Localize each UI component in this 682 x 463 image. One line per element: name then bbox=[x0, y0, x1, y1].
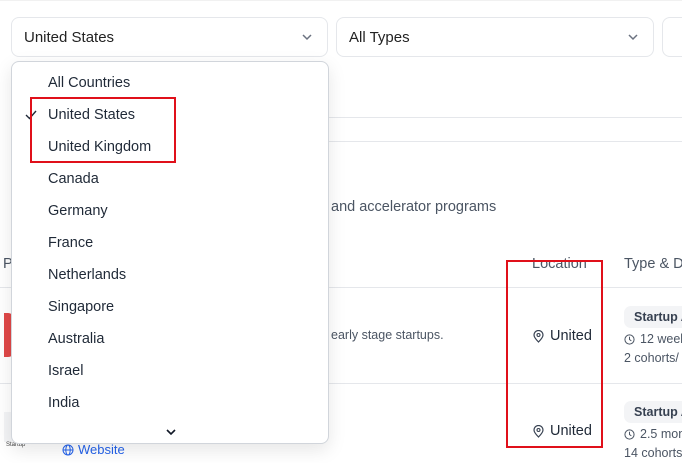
duration-text: 2.5 mon bbox=[640, 427, 682, 441]
dropdown-option-singapore[interactable]: Singapore bbox=[48, 297, 114, 317]
chevron-down-icon bbox=[628, 34, 638, 41]
clock-icon bbox=[624, 333, 635, 345]
highlight-box-countries bbox=[30, 97, 176, 163]
type-badge: Startup A bbox=[624, 401, 682, 423]
dropdown-option-germany[interactable]: Germany bbox=[48, 201, 108, 221]
program-description: early stage startups. bbox=[331, 328, 444, 342]
table-header-type: Type & D bbox=[624, 256, 682, 272]
dropdown-option-france[interactable]: France bbox=[48, 233, 93, 253]
cohorts-text: 2 cohorts/ bbox=[624, 351, 679, 365]
duration-text: 12 week bbox=[640, 332, 682, 346]
globe-icon bbox=[62, 444, 74, 455]
country-select-value: United States bbox=[24, 28, 115, 46]
page-subtitle: and accelerator programs bbox=[331, 199, 497, 215]
dropdown-option-israel[interactable]: Israel bbox=[48, 361, 83, 381]
dropdown-option-netherlands[interactable]: Netherlands bbox=[48, 265, 126, 285]
cohorts-text: 14 cohorts bbox=[624, 446, 682, 460]
divider bbox=[0, 0, 682, 1]
duration-cell: 12 week bbox=[624, 332, 682, 346]
dropdown-option-all-countries[interactable]: All Countries bbox=[48, 73, 130, 93]
clock-icon bbox=[624, 428, 635, 440]
type-select[interactable]: All Types bbox=[336, 17, 654, 57]
dropdown-option-australia[interactable]: Australia bbox=[48, 329, 104, 349]
website-link[interactable]: Website bbox=[62, 442, 125, 457]
divider bbox=[329, 141, 682, 142]
divider bbox=[329, 117, 682, 118]
extra-select[interactable] bbox=[662, 17, 682, 57]
country-select[interactable]: United States bbox=[11, 17, 328, 57]
dropdown-option-canada[interactable]: Canada bbox=[48, 169, 99, 189]
dropdown-option-india[interactable]: India bbox=[48, 393, 79, 413]
highlight-box-location bbox=[506, 260, 603, 448]
chevron-down-icon bbox=[302, 34, 312, 41]
duration-cell: 2.5 mon bbox=[624, 427, 682, 441]
type-badge: Startup A bbox=[624, 306, 682, 328]
type-select-value: All Types bbox=[349, 28, 410, 46]
website-link-label: Website bbox=[78, 442, 125, 457]
scroll-down-chevron-icon[interactable] bbox=[164, 425, 178, 439]
